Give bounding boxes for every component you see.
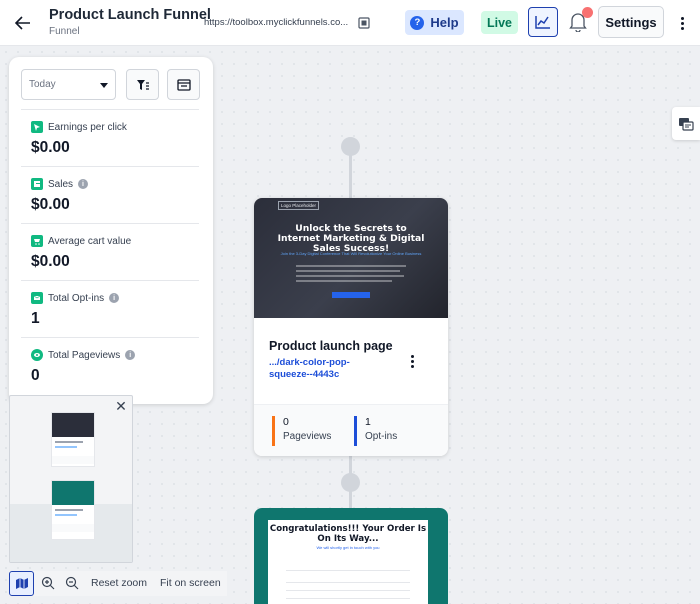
optins-value: 1 [365,416,371,428]
view-toggle-button[interactable] [167,69,200,100]
connector-node[interactable] [341,137,360,156]
help-button[interactable]: ? Help [405,10,464,35]
checkout-icon [679,117,694,131]
sales-icon [31,178,43,190]
pageviews-metric: 0 Pageviews [272,416,331,446]
thankyou-headline: Congratulations!!! Your Order Is On Its … [269,524,427,544]
fit-screen-button[interactable]: Fit on screen [160,577,221,589]
stat-label: Sales [48,178,74,190]
minimap-step-2 [51,480,95,540]
page-subtitle: Funnel [49,26,80,37]
eye-icon [31,349,43,361]
question-icon: ? [410,15,425,30]
more-menu-icon[interactable] [676,13,688,33]
page-title: Product Launch Funnel [49,7,211,23]
optins-metric: 1 Opt-ins [354,416,397,446]
step-metrics: 0 Pageviews 1 Opt-ins [254,404,448,456]
pageviews-label: Pageviews [283,431,332,442]
minimap-toggle-button[interactable] [9,571,34,596]
filter-button[interactable] [126,69,159,100]
connector-node[interactable] [341,473,360,492]
pageviews-value: 0 [283,416,289,428]
title-block: Product Launch Funnel Funnel [49,7,211,37]
page-thumbnail[interactable]: Logo Placeholder Unlock the Secrets to I… [254,198,448,318]
top-header: Product Launch Funnel Funnel https://too… [0,0,700,46]
stat-value: $0.00 [31,139,70,156]
side-panel-button[interactable] [672,107,700,140]
copy-url-icon[interactable] [358,16,370,29]
settings-button[interactable]: Settings [598,6,664,38]
help-label: Help [430,15,459,30]
live-badge[interactable]: Live [481,11,518,34]
stat-value: $0.00 [31,196,70,213]
stat-value: 0 [31,367,40,384]
step-title: Product launch page [269,339,393,353]
cart-icon [31,235,43,247]
stat-total-pageviews: Total Pageviews i 0 [21,337,199,393]
stat-label: Earnings per click [48,121,127,133]
info-icon[interactable]: i [78,179,89,189]
thumb-cta [332,292,370,298]
thankyou-thumbnail: Congratulations!!! Your Order Is On Its … [268,520,428,604]
funnel-step-card-2[interactable]: Congratulations!!! Your Order Is On Its … [254,508,448,604]
info-icon[interactable]: i [109,293,120,303]
notification-dot [582,7,593,18]
mail-icon [31,292,43,304]
map-icon [15,578,28,589]
zoom-in-icon[interactable] [41,576,55,590]
analytics-button[interactable] [528,7,558,37]
stat-sales: Sales i $0.00 [21,166,199,222]
back-button[interactable] [12,12,34,34]
thumb-subhead: Join the 3-Day Digital Conference That W… [280,251,422,256]
cursor-icon [31,121,43,133]
arrow-left-icon [15,16,30,30]
date-range-select[interactable]: Today [21,69,116,100]
thumb-logo: Logo Placeholder [278,201,320,210]
close-icon[interactable]: ✕ [114,398,128,414]
more-vertical-icon[interactable] [407,353,417,369]
stats-panel: Today Earnings per click $0.00 Sales i $… [9,57,213,404]
minimap[interactable]: ✕ [9,395,133,563]
zoom-out-icon[interactable] [65,576,79,590]
step-url-link[interactable]: .../dark-color-pop-squeeze--4443c [269,357,379,381]
stat-label: Average cart value [48,235,132,247]
chevron-down-icon [100,83,108,88]
window-icon [176,78,191,91]
filter-icon [136,79,149,90]
thumb-headline: Unlock the Secrets to Internet Marketing… [277,223,425,254]
stat-label: Total Pageviews [48,349,121,361]
stat-earnings-per-click: Earnings per click $0.00 [21,109,199,165]
info-icon[interactable]: i [125,350,136,360]
stat-average-cart-value: Average cart value $0.00 [21,223,199,279]
funnel-url[interactable]: https://toolbox.myclickfunnels.co... [204,17,352,28]
thankyou-subhead: We will shortly get in touch with you [316,545,380,550]
stat-value: $0.00 [31,253,70,270]
chart-icon [535,16,550,29]
stat-total-optins: Total Opt-ins i 1 [21,280,199,336]
reset-zoom-button[interactable]: Reset zoom [91,577,147,589]
optins-label: Opt-ins [365,431,398,442]
date-range-value: Today [29,79,56,90]
minimap-step-1 [51,412,95,467]
stat-value: 1 [31,310,40,327]
zoom-controls: Reset zoom Fit on screen [9,571,227,596]
stat-label: Total Opt-ins [48,292,105,304]
funnel-step-card[interactable]: Logo Placeholder Unlock the Secrets to I… [254,198,448,456]
